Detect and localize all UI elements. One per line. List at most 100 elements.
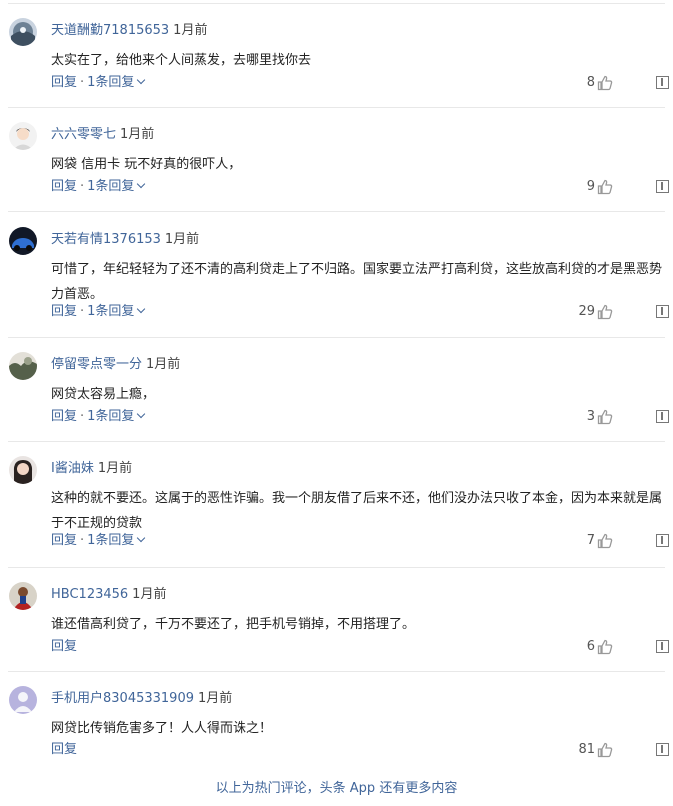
comment-time: 1月前 — [146, 357, 181, 372]
comment-actions: 回复 · 1条回复 — [51, 532, 146, 550]
thumbs-up-icon[interactable] — [597, 304, 613, 320]
comment-text: 谁还借高利贷了，千万不要还了，把手机号销掉，不用搭理了。 — [51, 617, 416, 632]
thumbs-up-icon[interactable] — [597, 409, 613, 425]
comment-text: 网贷比传销危害多了！人人得而诛之！ — [51, 721, 273, 736]
top-divider — [8, 3, 665, 4]
like-button[interactable]: 6 — [587, 638, 613, 656]
chevron-down-icon[interactable] — [137, 304, 146, 314]
comment-actions: 回复 — [51, 638, 77, 656]
username-link[interactable]: 天道酬勤71815653 — [51, 23, 169, 38]
separator-dot: · — [80, 533, 85, 548]
replies-toggle[interactable]: 1条回复 — [87, 409, 134, 424]
report-icon[interactable] — [656, 743, 669, 756]
report-icon[interactable] — [656, 180, 669, 193]
reply-button[interactable]: 回复 — [51, 533, 77, 548]
separator-dot: · — [80, 409, 85, 424]
username-link[interactable]: 停留零点零一分 — [51, 357, 142, 372]
avatar[interactable] — [9, 352, 37, 380]
comment-divider — [8, 671, 665, 672]
report-icon[interactable] — [656, 305, 669, 318]
like-count: 8 — [586, 75, 595, 90]
like-button[interactable]: 9 — [587, 178, 613, 196]
comment-time: 1月前 — [120, 127, 155, 142]
comment-divider — [8, 337, 665, 338]
like-button[interactable]: 29 — [578, 303, 613, 321]
like-count: 6 — [586, 639, 595, 654]
avatar[interactable] — [9, 686, 37, 714]
comment-divider — [8, 441, 665, 442]
comment-divider — [8, 211, 665, 212]
reply-button[interactable]: 回复 — [51, 304, 77, 319]
chevron-down-icon[interactable] — [137, 75, 146, 85]
comment-time: 1月前 — [197, 691, 233, 706]
comment-divider — [8, 107, 665, 108]
comment-time: 1月前 — [164, 232, 200, 247]
like-button[interactable]: 3 — [587, 408, 613, 426]
comment-actions: 回复 · 1条回复 — [51, 74, 146, 92]
like-count: 81 — [578, 742, 595, 757]
reply-button[interactable]: 回复 — [51, 75, 77, 90]
chevron-down-icon[interactable] — [137, 409, 146, 419]
comment-actions: 回复 · 1条回复 — [51, 178, 146, 196]
separator-dot: · — [80, 75, 85, 90]
like-count: 3 — [586, 409, 595, 424]
comment-text: 可惜了，年纪轻轻为了还不清的高利贷走上了不归路。国家要立法严打高利贷，这些放高利… — [51, 262, 663, 302]
comment-text: 这种的就不要还。这属于的恶性诈骗。我一个朋友借了后来不还，他们没办法只收了本金，… — [51, 491, 663, 531]
comment-text: 太实在了，给他来个人间蒸发，去哪里找你去 — [51, 53, 312, 68]
like-button[interactable]: 7 — [587, 532, 613, 550]
comment-time: 1月前 — [132, 587, 167, 602]
avatar[interactable] — [9, 122, 37, 150]
separator-dot: · — [80, 179, 85, 194]
thumbs-up-icon[interactable] — [597, 742, 613, 758]
comment-meta: 停留零点零一分 1月前 — [51, 356, 180, 374]
username-link[interactable]: 天若有情1376153 — [51, 232, 161, 247]
avatar[interactable] — [9, 582, 37, 610]
comment-time: 1月前 — [173, 23, 208, 38]
comment-time: 1月前 — [97, 461, 133, 476]
chevron-down-icon[interactable] — [137, 179, 146, 189]
replies-toggle[interactable]: 1条回复 — [87, 533, 134, 548]
comment-meta: 手机用户83045331909 1月前 — [51, 690, 232, 708]
like-count: 29 — [578, 304, 595, 319]
report-icon[interactable] — [656, 76, 669, 89]
more-comments-link[interactable]: 以上为热门评论，头条 App 还有更多内容 — [0, 780, 673, 798]
report-icon[interactable] — [656, 534, 669, 547]
comment-meta: 六六零零七 1月前 — [51, 126, 154, 144]
comment-text: 网袋 信用卡 玩不好真的很吓人， — [51, 157, 242, 172]
report-icon[interactable] — [656, 410, 669, 423]
replies-toggle[interactable]: 1条回复 — [87, 304, 134, 319]
comment-meta: HBC123456 1月前 — [51, 586, 166, 604]
like-button[interactable]: 81 — [578, 741, 613, 759]
comment-meta: 天若有情1376153 1月前 — [51, 231, 199, 249]
reply-button[interactable]: 回复 — [51, 409, 77, 424]
comment-meta: I酱油妹 1月前 — [51, 460, 132, 478]
thumbs-up-icon[interactable] — [597, 639, 613, 655]
comment-actions: 回复 · 1条回复 — [51, 408, 146, 426]
avatar[interactable] — [9, 456, 37, 484]
report-icon[interactable] — [656, 640, 669, 653]
like-button[interactable]: 8 — [587, 74, 613, 92]
like-count: 9 — [586, 179, 595, 194]
username-link[interactable]: I酱油妹 — [51, 461, 94, 476]
comment-actions: 回复 · 1条回复 — [51, 303, 146, 321]
username-link[interactable]: 六六零零七 — [51, 127, 116, 142]
reply-button[interactable]: 回复 — [51, 742, 77, 757]
thumbs-up-icon[interactable] — [597, 533, 613, 549]
reply-button[interactable]: 回复 — [51, 639, 77, 654]
username-link[interactable]: HBC123456 — [51, 587, 128, 602]
avatar[interactable] — [9, 227, 37, 255]
like-count: 7 — [586, 533, 595, 548]
username-link[interactable]: 手机用户83045331909 — [51, 691, 194, 706]
avatar[interactable] — [9, 18, 37, 46]
comment-divider — [8, 567, 665, 568]
reply-button[interactable]: 回复 — [51, 179, 77, 194]
thumbs-up-icon[interactable] — [597, 75, 613, 91]
thumbs-up-icon[interactable] — [597, 179, 613, 195]
comment-actions: 回复 — [51, 741, 77, 759]
comment-text: 网贷太容易上瘾， — [51, 387, 156, 402]
separator-dot: · — [80, 304, 85, 319]
replies-toggle[interactable]: 1条回复 — [87, 75, 134, 90]
comment-meta: 天道酬勤71815653 1月前 — [51, 22, 207, 40]
chevron-down-icon[interactable] — [137, 533, 146, 543]
replies-toggle[interactable]: 1条回复 — [87, 179, 134, 194]
